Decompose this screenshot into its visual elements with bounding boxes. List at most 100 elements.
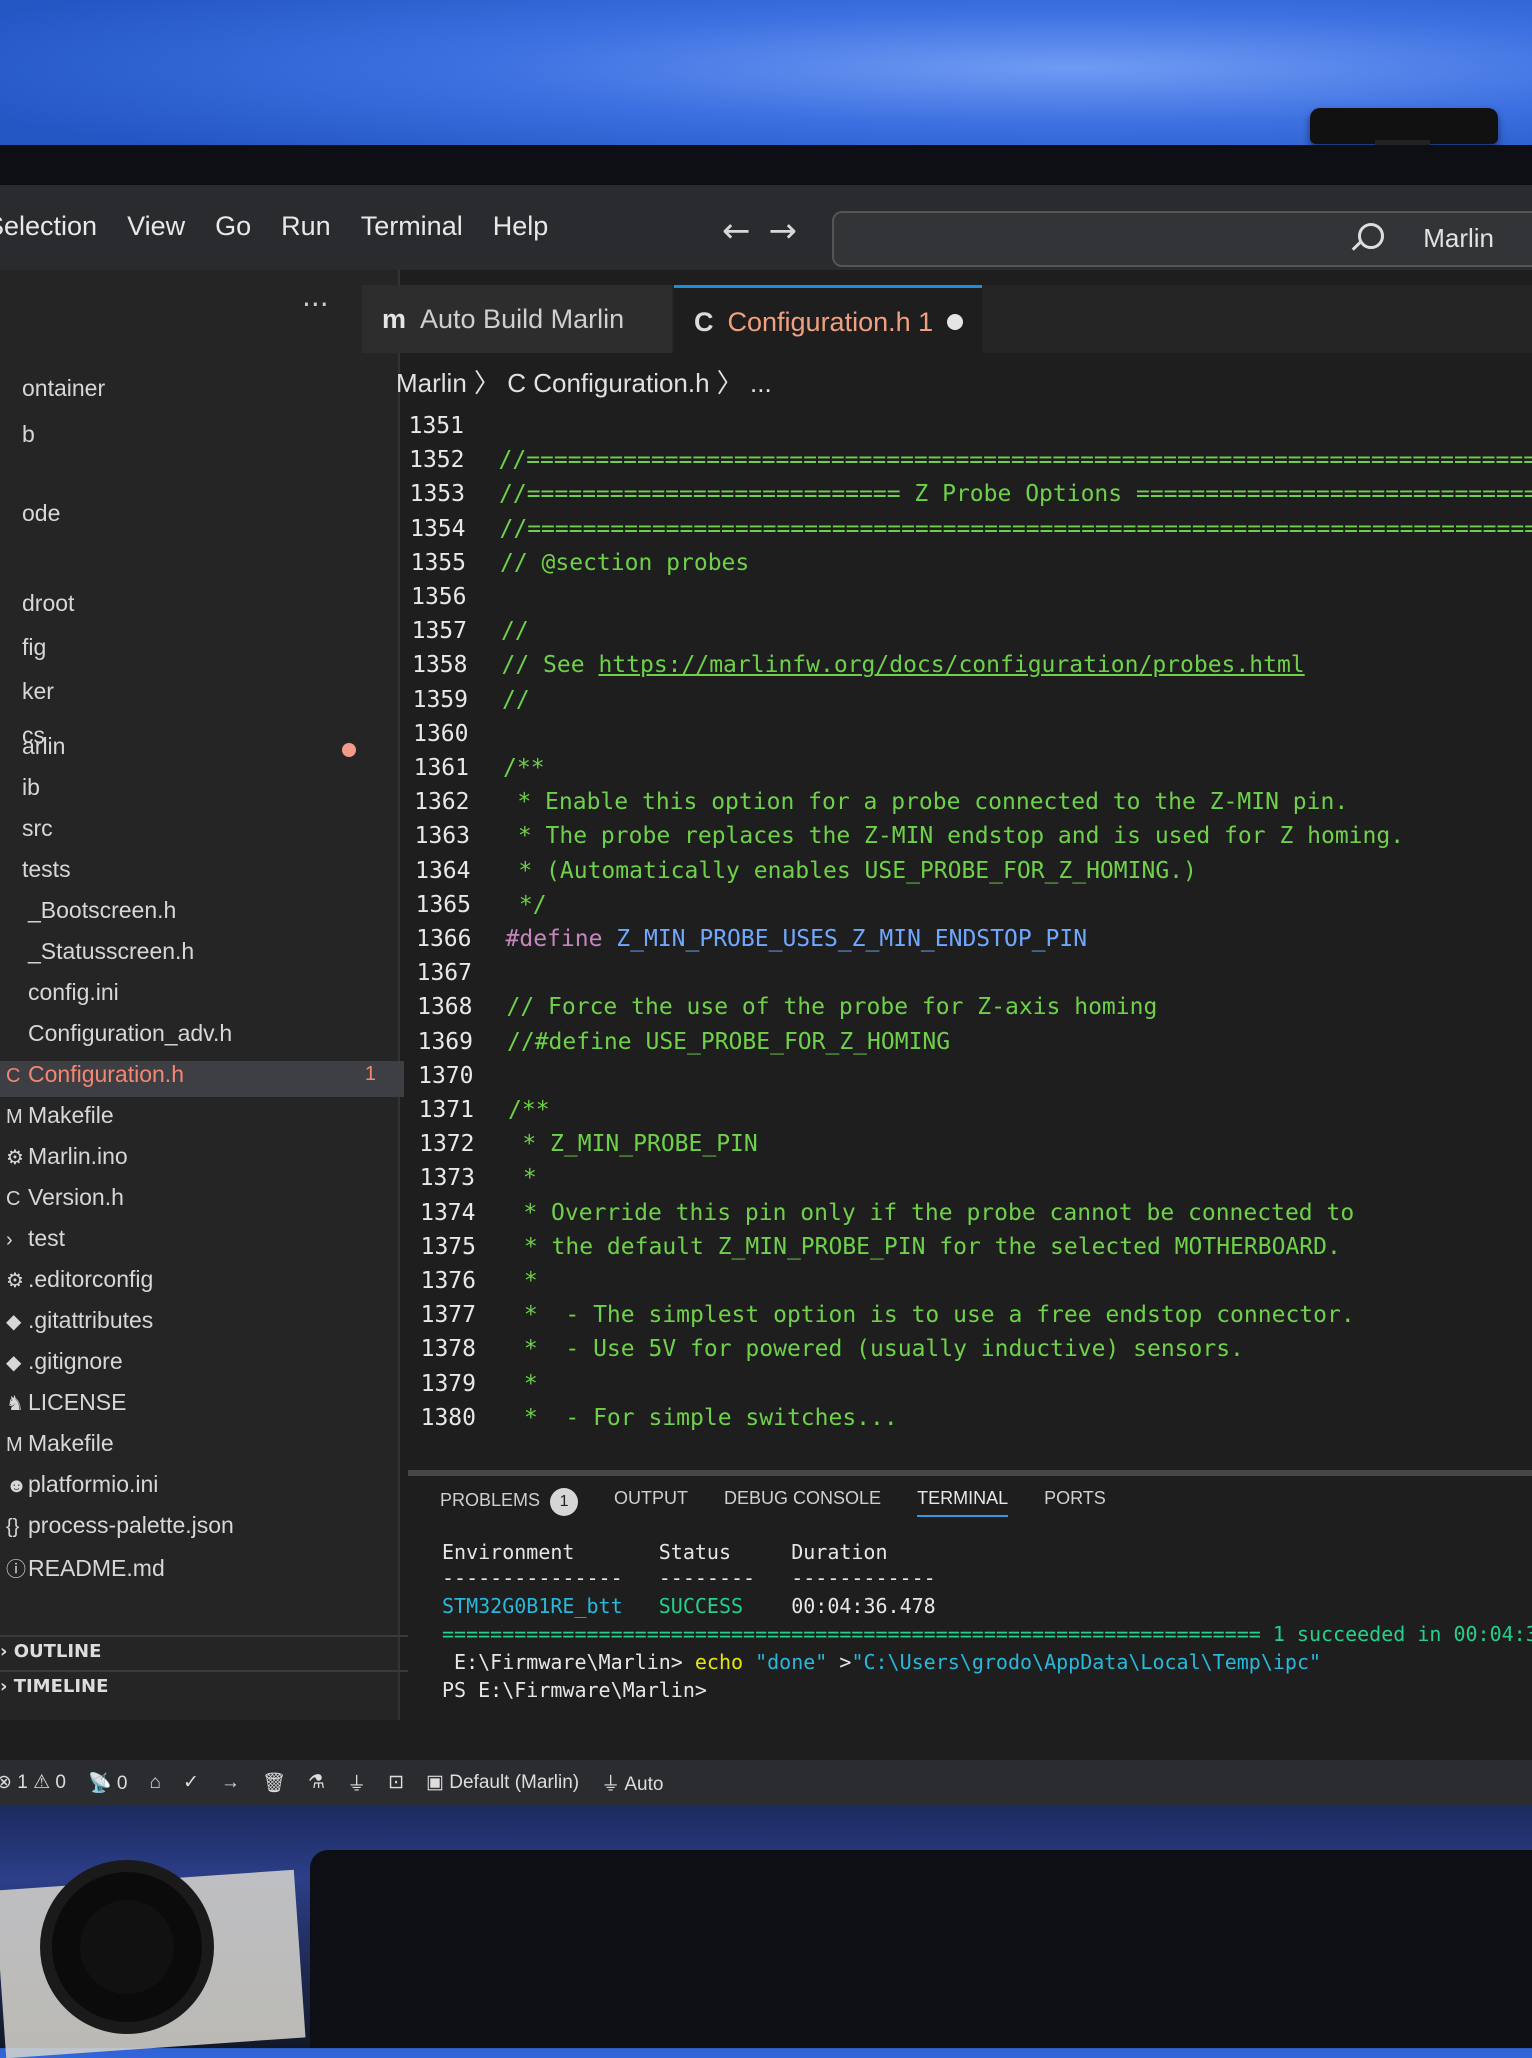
menu-go[interactable]: Go <box>215 211 251 242</box>
file-tree-label: tests <box>22 856 71 882</box>
file-tree-item[interactable]: CConfiguration.h1 <box>0 1061 404 1097</box>
file-tree-label: Version.h <box>28 1184 124 1210</box>
section-outline[interactable]: › OUTLINE <box>0 1635 410 1671</box>
file-tree-item[interactable]: droot <box>0 590 398 626</box>
file-type-icon: M <box>6 1106 20 1129</box>
code-line: 1365 */ <box>379 892 547 926</box>
file-tree-item[interactable]: config.ini <box>0 979 404 1015</box>
plug-icon[interactable]: ⏚ <box>347 1769 366 1796</box>
code-text: // <box>502 687 530 713</box>
file-tree-item[interactable]: ib <box>0 774 398 810</box>
tab-auto-build-marlin[interactable]: m Auto Build Marlin <box>362 285 672 353</box>
code-text: * <box>509 1165 537 1191</box>
menu-view[interactable]: View <box>127 211 185 242</box>
menu-run[interactable]: Run <box>281 211 331 242</box>
file-tree-item[interactable]: ⚙Marlin.ino <box>0 1143 404 1179</box>
section-timeline[interactable]: › TIMELINE <box>0 1670 410 1706</box>
file-tree-item[interactable]: CVersion.h <box>0 1184 404 1220</box>
build-check-icon[interactable]: ✓ <box>183 1771 199 1794</box>
code-line: 1373 * <box>383 1165 537 1199</box>
file-tree-item[interactable]: ◆.gitattributes <box>0 1307 404 1343</box>
file-tree-item[interactable]: src <box>0 815 398 851</box>
code-line: 1353//=========================== Z Prob… <box>373 481 1532 515</box>
tab-debug-console[interactable]: DEBUG CONSOLE <box>724 1488 881 1517</box>
menu-selection[interactable]: Selection <box>0 211 97 242</box>
file-tree-item[interactable]: ☻platformio.ini <box>0 1471 404 1507</box>
term-result-row: STM32G0B1RE_btt SUCCESS 00:04:36.478 <box>442 1594 936 1618</box>
file-tree-item[interactable]: arlin <box>0 733 398 769</box>
file-type-icon: › <box>6 1229 20 1252</box>
code-line: 1376 * <box>384 1268 538 1302</box>
file-tree-item[interactable]: _Statusscreen.h <box>0 938 404 974</box>
file-tree-item[interactable]: MMakefile <box>0 1102 404 1138</box>
tab-problems[interactable]: PROBLEMS1 <box>440 1488 578 1517</box>
trash-icon[interactable]: 🗑 <box>262 1771 286 1795</box>
terminal-icon[interactable]: ⊡ <box>388 1771 404 1794</box>
menu-help[interactable]: Help <box>493 211 549 242</box>
code-line: 1369//#define USE_PROBE_FOR_Z_HOMING <box>381 1029 950 1063</box>
back-arrow-icon[interactable]: ← <box>722 211 769 251</box>
warning-icon: ⚠ <box>33 1772 50 1793</box>
code-editor[interactable]: 13511352//==============================… <box>372 403 1532 1453</box>
code-text: * - The simplest option is to use a free… <box>510 1302 1355 1328</box>
code-text: // @section probes <box>500 550 749 576</box>
file-tree-item[interactable]: ◆.gitignore <box>0 1348 404 1384</box>
file-tree-label: .editorconfig <box>28 1266 153 1292</box>
file-tree-item[interactable]: ⓘREADME.md <box>0 1553 404 1589</box>
line-number: 1379 <box>384 1371 476 1397</box>
file-tree-label: Configuration_adv.h <box>28 1020 232 1046</box>
file-tree-item[interactable]: ⚙.editorconfig <box>0 1266 404 1302</box>
upload-arrow-icon[interactable]: → <box>221 1772 240 1794</box>
code-line: 1372 * Z_MIN_PROBE_PIN <box>383 1131 758 1165</box>
auto-port-selector[interactable]: ⏚ Auto <box>601 1769 663 1796</box>
file-tree-item[interactable]: ›test <box>0 1225 404 1261</box>
file-tree-item[interactable]: ontainer <box>0 375 398 411</box>
file-tree-label: config.ini <box>28 979 119 1005</box>
code-line: 1352//==================================… <box>373 447 1532 481</box>
file-tree-item[interactable]: MMakefile <box>0 1430 404 1466</box>
file-tree-item[interactable]: ♞LICENSE <box>0 1389 404 1425</box>
tab-output[interactable]: OUTPUT <box>614 1488 688 1517</box>
env-selector[interactable]: ▣ Default (Marlin) <box>426 1771 579 1794</box>
menu-terminal[interactable]: Terminal <box>361 211 463 242</box>
tab-terminal[interactable]: TERMINAL <box>917 1488 1008 1517</box>
file-tree-item[interactable]: b <box>0 421 398 457</box>
file-tree-item[interactable]: _Bootscreen.h <box>0 897 404 933</box>
code-text: /** <box>508 1097 550 1123</box>
tab-configuration-h[interactable]: C Configuration.h 1 <box>674 285 982 356</box>
line-number: 1352 <box>373 447 465 473</box>
term-cmd-path: "C:\Users\grodo\AppData\Local\Temp\ipc" <box>851 1650 1321 1674</box>
bottom-panel: PROBLEMS1 OUTPUT DEBUG CONSOLE TERMINAL … <box>408 1470 1532 1761</box>
file-tree-item[interactable]: tests <box>0 856 398 892</box>
test-flask-icon[interactable]: ⚗ <box>308 1771 325 1794</box>
term-env: STM32G0B1RE_btt <box>442 1594 623 1618</box>
terminal-output[interactable]: Environment Status Duration ------------… <box>442 1540 514 1732</box>
file-tree-item[interactable]: ker <box>0 678 398 714</box>
unsaved-dot-icon[interactable] <box>947 314 963 330</box>
file-type-icon: ♞ <box>6 1391 20 1416</box>
file-tree-item[interactable]: fig <box>0 634 398 670</box>
more-actions-icon[interactable]: ... <box>302 280 329 313</box>
file-tree-item[interactable]: {}process-palette.json <box>0 1512 404 1548</box>
warnings-count: 0 <box>55 1772 66 1793</box>
ports-indicator[interactable]: 📡 0 <box>88 1771 128 1795</box>
status-bar: ⊗ 1 ⚠ 0 📡 0 ⌂ ✓ → 🗑 ⚗ ⏚ ⊡ ▣ Default (Mar… <box>0 1760 1532 1805</box>
c-file-icon: C <box>694 307 714 338</box>
file-tree-item[interactable]: ode <box>0 500 398 536</box>
forward-arrow-icon[interactable]: → <box>769 211 816 251</box>
breadcrumb[interactable]: Marlin 〉 C Configuration.h 〉 ... <box>396 363 772 400</box>
code-line: 1377 * - The simplest option is to use a… <box>384 1302 1355 1336</box>
search-icon <box>1358 223 1384 249</box>
code-line: 1351 <box>372 413 498 447</box>
file-type-icon: M <box>6 1434 20 1457</box>
code-line: 1367 <box>380 960 506 994</box>
file-tree-item[interactable]: Configuration_adv.h <box>0 1020 404 1056</box>
term-header: Environment Status Duration <box>442 1540 888 1564</box>
code-line: 1380 * - For simple switches... <box>384 1405 898 1439</box>
home-icon[interactable]: ⌂ <box>150 1772 161 1794</box>
command-center-search[interactable]: Marlin <box>832 211 1532 267</box>
file-tree-label: _Bootscreen.h <box>28 897 176 923</box>
code-link[interactable]: https://marlinfw.org/docs/configuration/… <box>598 652 1304 678</box>
errors-indicator[interactable]: ⊗ 1 ⚠ 0 <box>0 1771 66 1794</box>
tab-ports[interactable]: PORTS <box>1044 1488 1106 1517</box>
